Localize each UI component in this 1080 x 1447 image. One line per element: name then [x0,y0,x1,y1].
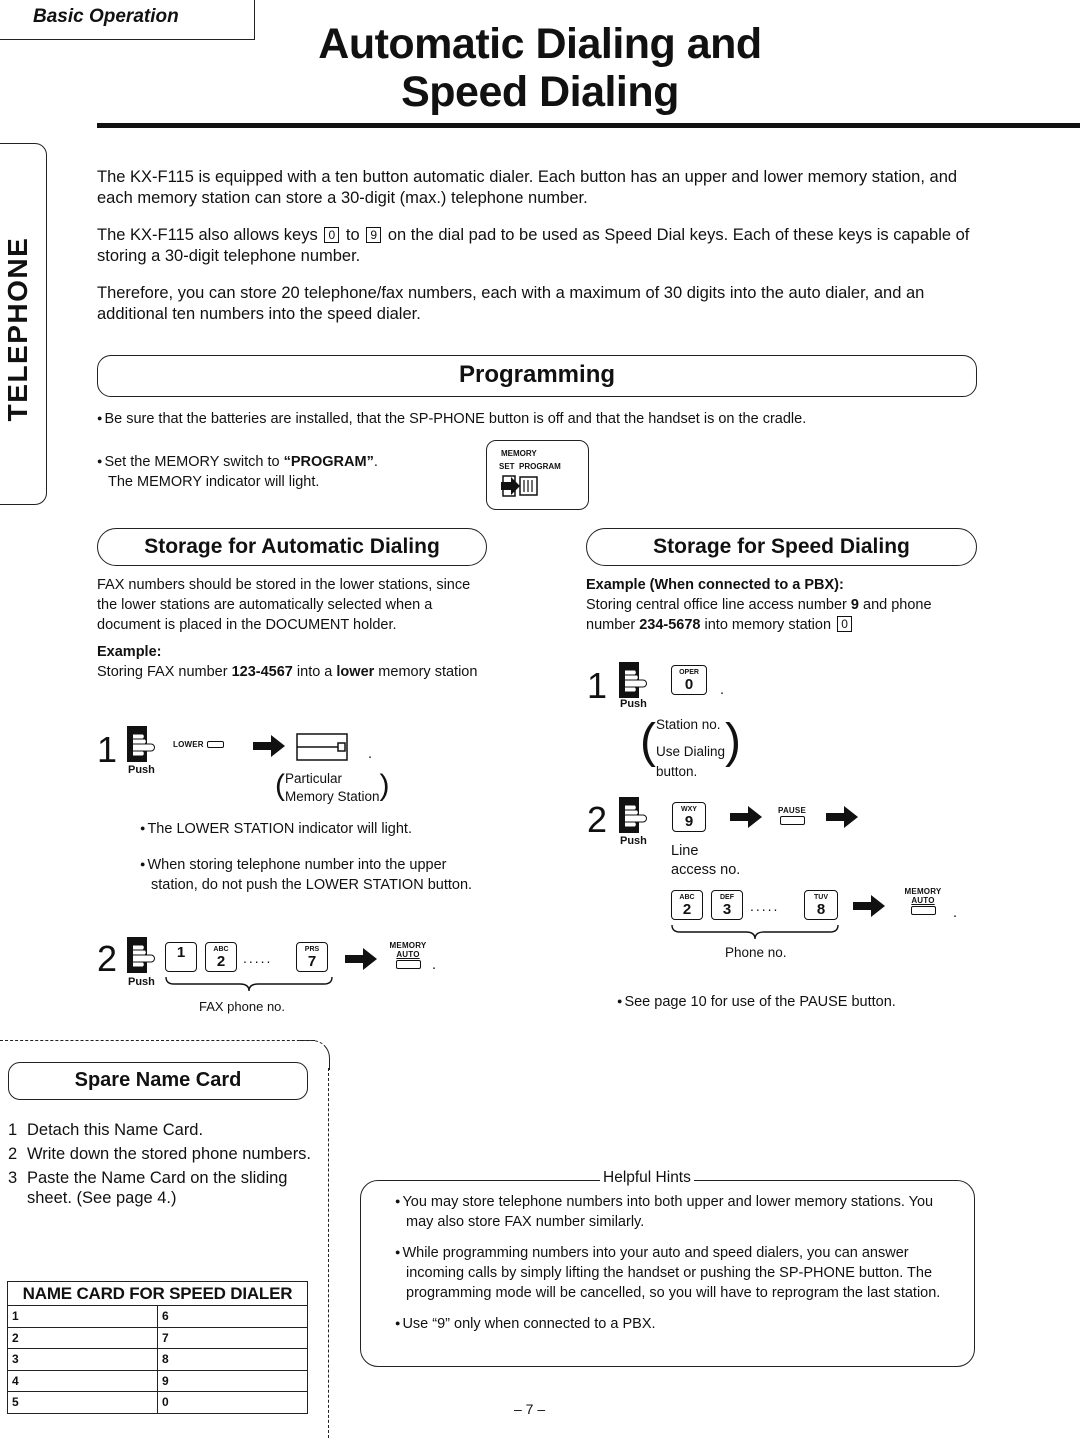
title-rule [97,123,1080,128]
spare-card-step: 1 Detach this Name Card. [8,1121,204,1139]
speed-example-text: Storing central office line access numbe… [586,597,932,633]
dial-key-8: TUV 8 [804,890,838,920]
page-title-line1: Automatic Dialing and [318,20,762,68]
hint-item: You may store telephone numbers into bot… [395,1191,960,1232]
key-9-icon: 9 [366,227,382,243]
memory-switch-diagram: MEMORY SET PROGRAM [486,440,589,510]
push-label: Push [620,698,647,710]
hint-item: While programming numbers into your auto… [395,1242,960,1303]
arrow-right-icon [345,948,377,970]
side-tab-label: TELEPHONE [2,236,33,422]
line-access-label: Line access no. [671,843,741,878]
intro: The KX-F115 is equipped with a ten butto… [97,167,977,341]
memory-switch-positions: SET PROGRAM [499,462,561,471]
push-label: Push [128,976,155,988]
auto-step-1-number: 1 [97,729,118,770]
memory-switch-label: MEMORY [501,449,537,458]
particular-memory-station-note: ( Particular Memory Station ) [275,769,390,804]
dots: ..... [750,898,780,914]
table-row: 49 [7,1369,308,1392]
speed-example-label: Example (When connected to a PBX): [586,577,844,593]
programming-note-memory-switch: Set the MEMORY switch to “PROGRAM”. The … [97,451,377,492]
dial-key-2: ABC 2 [205,942,237,972]
hint-item: Use “9” only when connected to a PBX. [395,1313,960,1334]
spare-card-step: 2 Write down the stored phone numbers. [8,1145,312,1163]
helpful-hints-title: Helpful Hints [600,1169,694,1187]
table-row: 50 [7,1391,308,1414]
page-title-line2: Speed Dialing [401,68,679,116]
speed-step-2-number: 2 [587,799,608,840]
phone-no-label: Phone no. [725,945,787,960]
lower-station-button: LOWER [173,740,224,749]
push-hand-icon [127,937,155,973]
push-label: Push [620,835,647,847]
arrow-right-icon [730,806,762,828]
cut-line-top [0,1040,315,1041]
page-number: – 7 – [514,1401,546,1417]
push-label: Push [128,764,155,776]
key-0-icon: 0 [837,616,853,632]
auto-step-2-number: 2 [97,938,118,979]
programming-heading: Programming [97,355,977,397]
auto-step-notes: The LOWER STATION indicator will light. … [140,818,490,895]
dots: ..... [243,950,273,966]
table-row: 27 [7,1326,308,1349]
programming-note-batteries: Be sure that the batteries are installed… [97,411,806,427]
pause-button-note: See page 10 for use of the PAUSE button. [617,991,895,1012]
cut-line-right [328,1068,329,1438]
name-card-table-title: NAME CARD FOR SPEED DIALER [7,1281,308,1306]
section-tab-label: Basic Operation [33,6,179,27]
auto-note-upper-station: When storing telephone number into the u… [140,854,490,895]
memory-station-button-icon [296,733,348,761]
dial-key-9: WXY 9 [672,802,706,832]
auto-example-text: Storing FAX number 123-4567 into a lower… [97,664,478,680]
auto-dialing-heading: Storage for Automatic Dialing [97,528,487,566]
spare-name-card-heading: Spare Name Card [8,1062,308,1100]
memory-auto-button: MEMORY AUTO [384,941,432,969]
speed-dialing-heading: Storage for Speed Dialing [586,528,977,566]
push-hand-icon [619,662,647,698]
helpful-hints-list: You may store telephone numbers into bot… [395,1191,960,1344]
auto-note-lower-indicator: The LOWER STATION indicator will light. [140,818,490,839]
auto-example-label: Example: [97,644,162,660]
push-hand-icon [619,797,647,833]
station-no-note: ( Station no. Use Dialing button. ) [640,715,741,779]
page-title: Automatic Dialing and Speed Dialing [260,20,820,116]
spare-card-steps: 1 Detach this Name Card. 2 Write down the … [8,1120,318,1212]
push-hand-icon [127,726,155,762]
speed-step-1-number: 1 [587,665,608,706]
dial-key-1: 1 [165,942,197,972]
dial-key-oper-0: OPER 0 [671,665,707,695]
spare-card-step: 3 Paste the Name Card on the sliding shee… [8,1169,288,1207]
fax-phone-no-label: FAX phone no. [199,999,286,1014]
intro-paragraph-1: The KX-F115 is equipped with a ten butto… [97,168,958,207]
auto-dialing-description: FAX numbers should be stored in the lowe… [97,577,471,633]
memory-auto-button-icon [910,906,936,915]
memory-auto-button-icon [395,960,421,969]
dial-key-7: PRS 7 [296,942,328,972]
lower-button-icon [206,741,224,748]
switch-arrow-icon [501,475,538,497]
dial-key-3: DEF 3 [711,890,743,920]
intro-paragraph-2: The KX-F115 also allows keys 0 to 9 on t… [97,226,970,265]
brace-icon [165,976,333,992]
table-row: 38 [7,1348,308,1371]
brace-icon [671,924,839,940]
speed-dialing-body: Example (When connected to a PBX): Stori… [586,575,977,635]
intro-paragraph-3: Therefore, you can store 20 telephone/fa… [97,284,925,323]
section-tab: Basic Operation [0,0,255,40]
pause-button: PAUSE [775,806,809,825]
dial-key-2: ABC 2 [671,890,703,920]
name-card-table: NAME CARD FOR SPEED DIALER 16 27 38 49 5… [7,1281,308,1414]
arrow-right-icon [853,895,885,917]
memory-auto-button: MEMORY AUTO [897,887,949,915]
auto-dialing-body: FAX numbers should be stored in the lowe… [97,575,487,682]
table-row: 16 [7,1305,308,1328]
pause-button-icon [779,816,805,825]
arrow-right-icon [826,806,858,828]
key-0-icon: 0 [324,227,340,243]
arrow-right-icon [253,735,285,757]
